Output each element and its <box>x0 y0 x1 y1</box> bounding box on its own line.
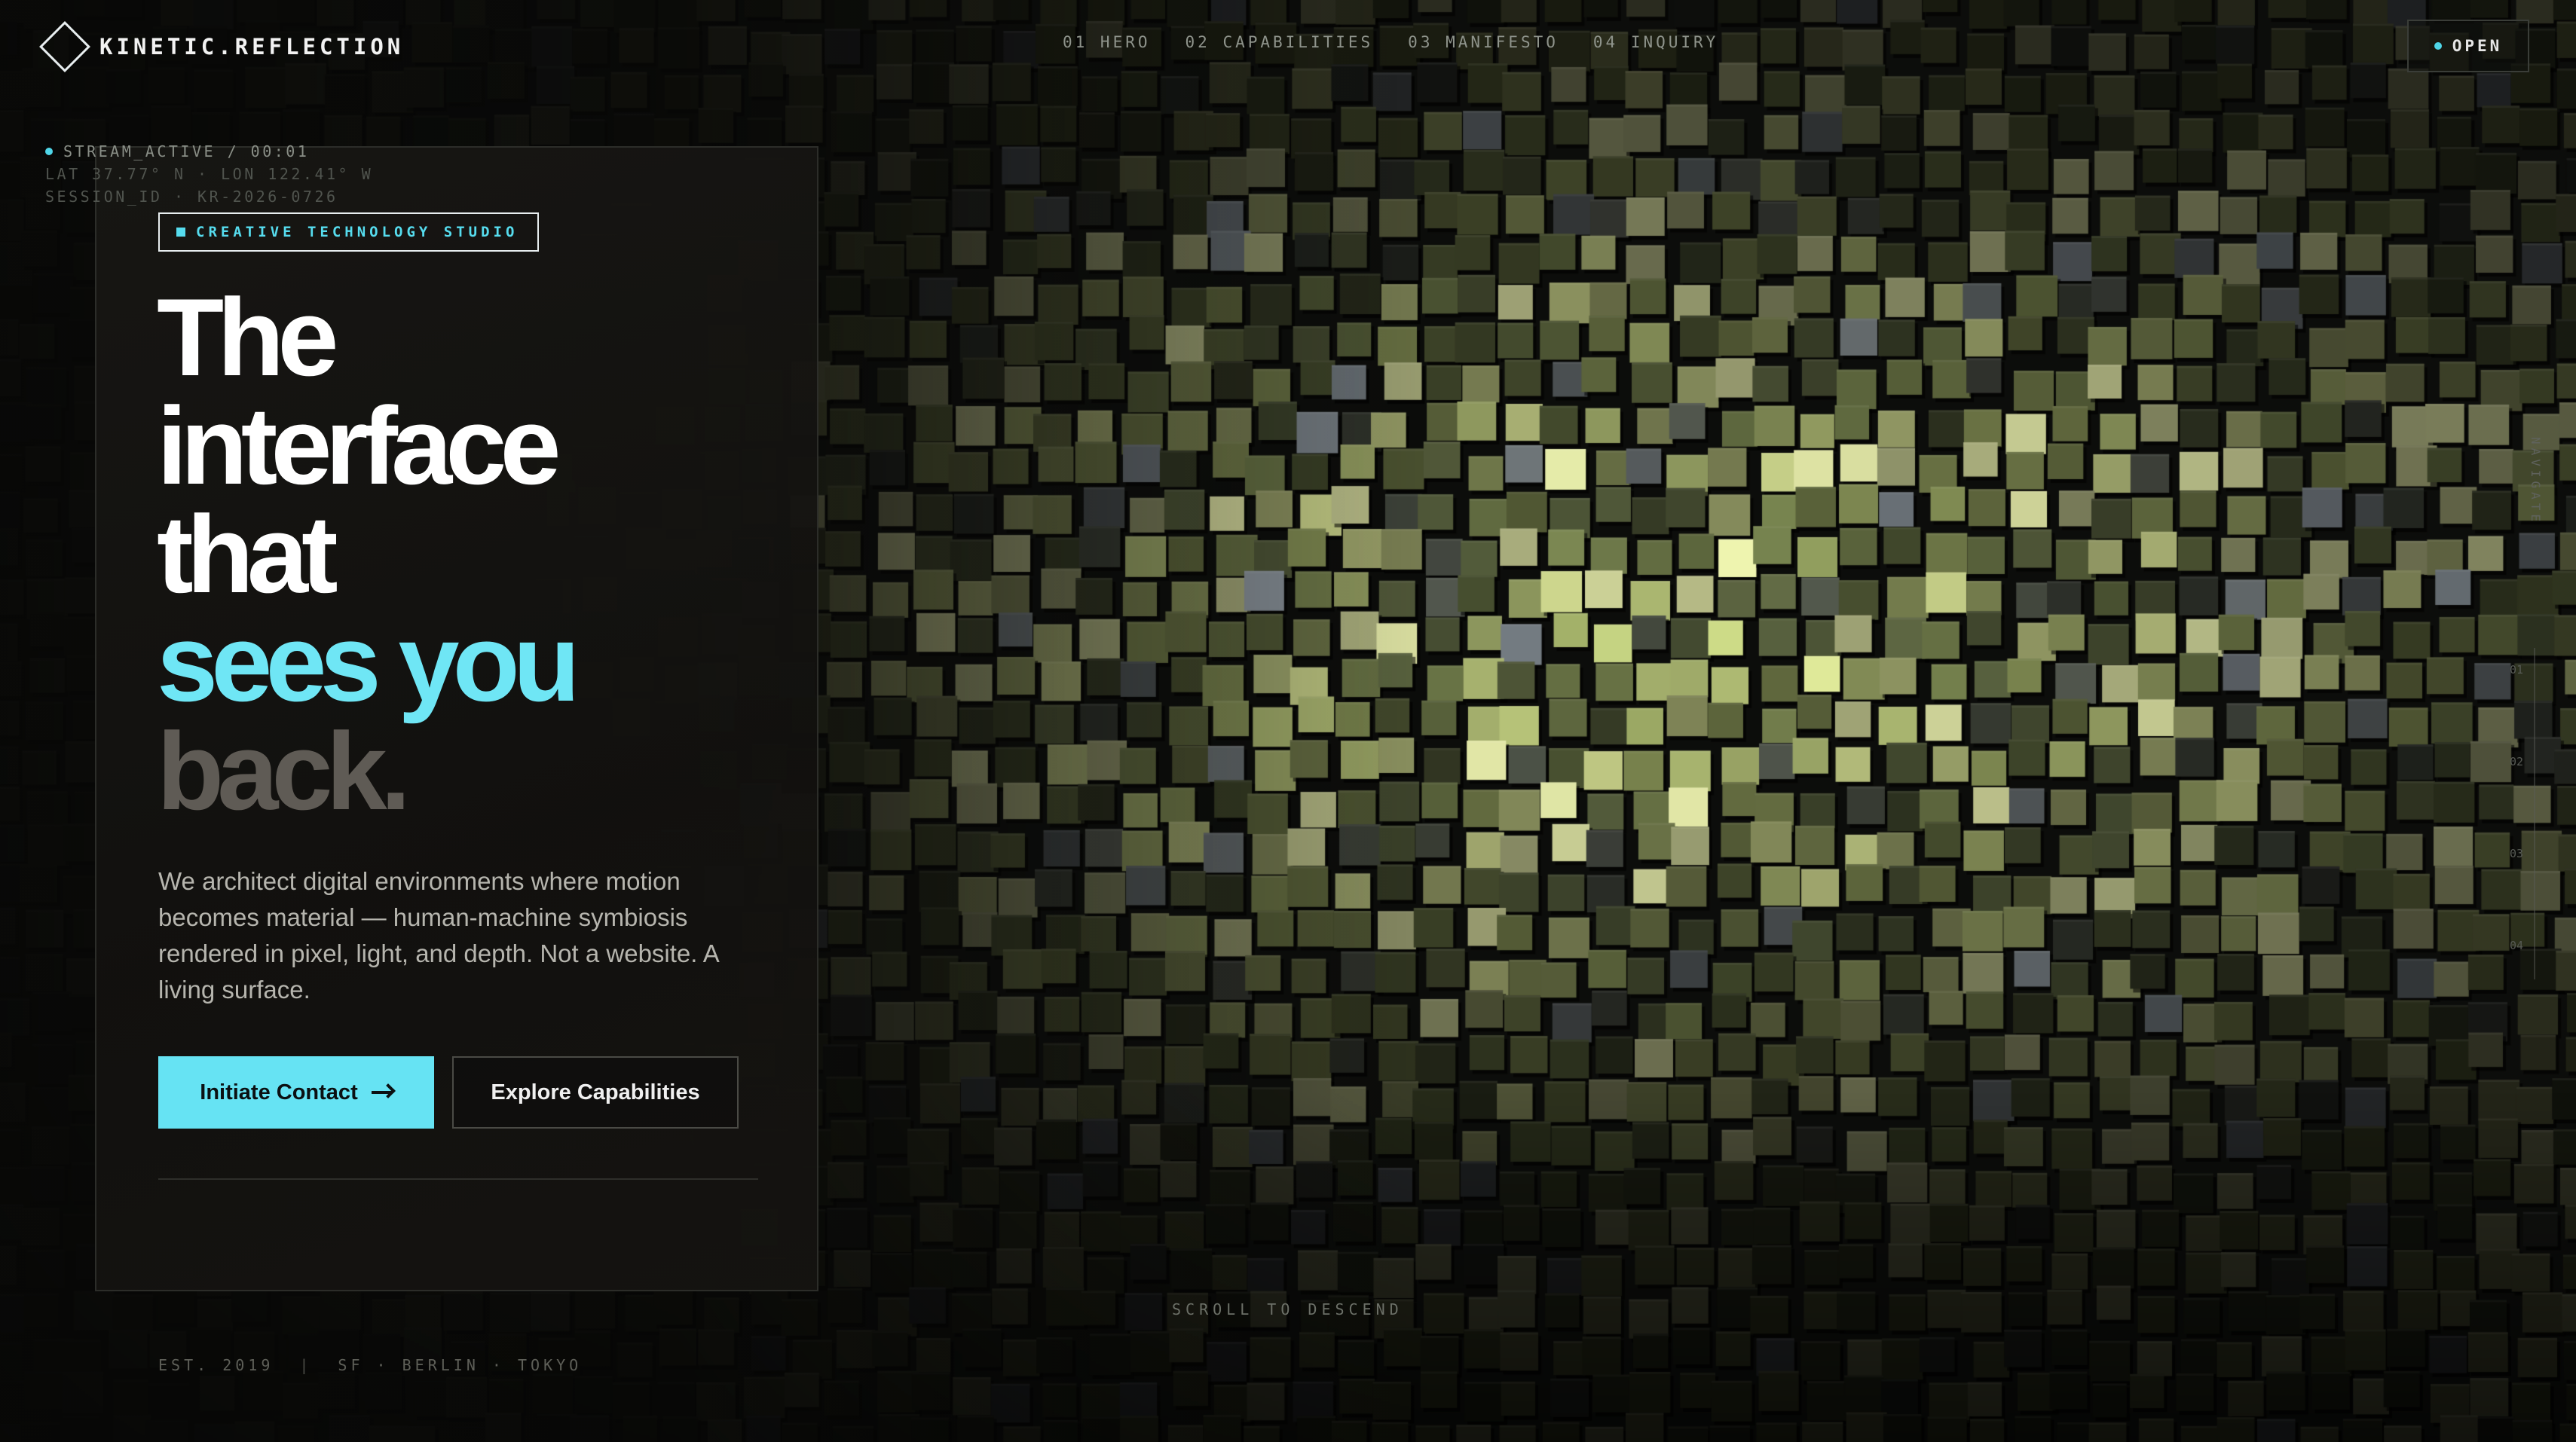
rail-step-03[interactable]: 03 <box>2510 847 2523 860</box>
main-nav: 01 HERO 02 CAPABILITIES 03 MANIFESTO 04 … <box>1063 33 1718 51</box>
scroll-hint: SCROLL TO DESCEND <box>1172 1300 1403 1318</box>
initiate-contact-button[interactable]: Initiate Contact <box>158 1056 434 1129</box>
nav-item-hero[interactable]: 01 HERO <box>1063 33 1151 51</box>
stream-dot-icon <box>45 148 53 155</box>
studio-tag: CREATIVE TECHNOLOGY STUDIO <box>158 212 540 252</box>
hero-card: CREATIVE TECHNOLOGY STUDIO The interface… <box>95 146 818 1374</box>
diamond-logo-icon <box>39 21 90 72</box>
open-menu-button[interactable]: OPEN <box>2407 20 2529 72</box>
coordinates-text: LAT 37.77° N · LON 122.41° W <box>45 165 374 183</box>
status-dot-icon <box>2434 42 2442 50</box>
nav-item-inquiry[interactable]: 04 INQUIRY <box>1593 33 1718 51</box>
card-divider <box>158 1178 758 1180</box>
meta-separator: | <box>299 1356 313 1374</box>
rail-step-04[interactable]: 04 <box>2510 939 2523 952</box>
headline-line-4: sees you <box>157 601 580 724</box>
rail-line <box>2534 648 2535 979</box>
square-bullet-icon <box>176 228 185 237</box>
nav-item-manifesto[interactable]: 03 MANIFESTO <box>1408 33 1559 51</box>
arrow-right-icon <box>371 1091 393 1094</box>
initiate-contact-label: Initiate Contact <box>200 1080 358 1104</box>
headline-line-1: The <box>157 276 339 399</box>
brand-name: KINETIC.REFLECTION <box>99 34 405 60</box>
side-rail-label: NAVIGATE <box>2529 437 2543 526</box>
explore-capabilities-button[interactable]: Explore Capabilities <box>452 1056 739 1129</box>
rail-step-01[interactable]: 01 <box>2510 663 2523 677</box>
headline-line-2: interface <box>157 384 561 507</box>
stream-status: STREAM_ACTIVE / 00:01 <box>63 142 310 160</box>
studio-tag-label: CREATIVE TECHNOLOGY STUDIO <box>196 224 519 240</box>
headline-line-3: that <box>157 493 338 616</box>
session-id-text: SESSION_ID · KR-2026-0726 <box>45 188 338 206</box>
studio-meta: EST. 2019 | SF · BERLIN · TOKYO <box>158 1356 582 1374</box>
open-menu-label: OPEN <box>2452 37 2503 55</box>
rail-step-02[interactable]: 02 <box>2510 755 2523 768</box>
established-text: EST. 2019 <box>158 1356 274 1374</box>
hero-description: We architect digital environments where … <box>158 867 718 1004</box>
headline-line-5: back. <box>157 710 411 833</box>
telemetry-readout: STREAM_ACTIVE / 00:01 LAT 37.77° N · LON… <box>45 140 373 208</box>
hero-headline: The interface that sees you back. <box>157 276 580 833</box>
explore-capabilities-label: Explore Capabilities <box>491 1080 700 1104</box>
brand-logo[interactable]: KINETIC.REFLECTION <box>38 21 404 72</box>
nav-item-capabilities[interactable]: 02 CAPABILITIES <box>1186 33 1374 51</box>
locations-text: SF · BERLIN · TOKYO <box>338 1356 583 1374</box>
